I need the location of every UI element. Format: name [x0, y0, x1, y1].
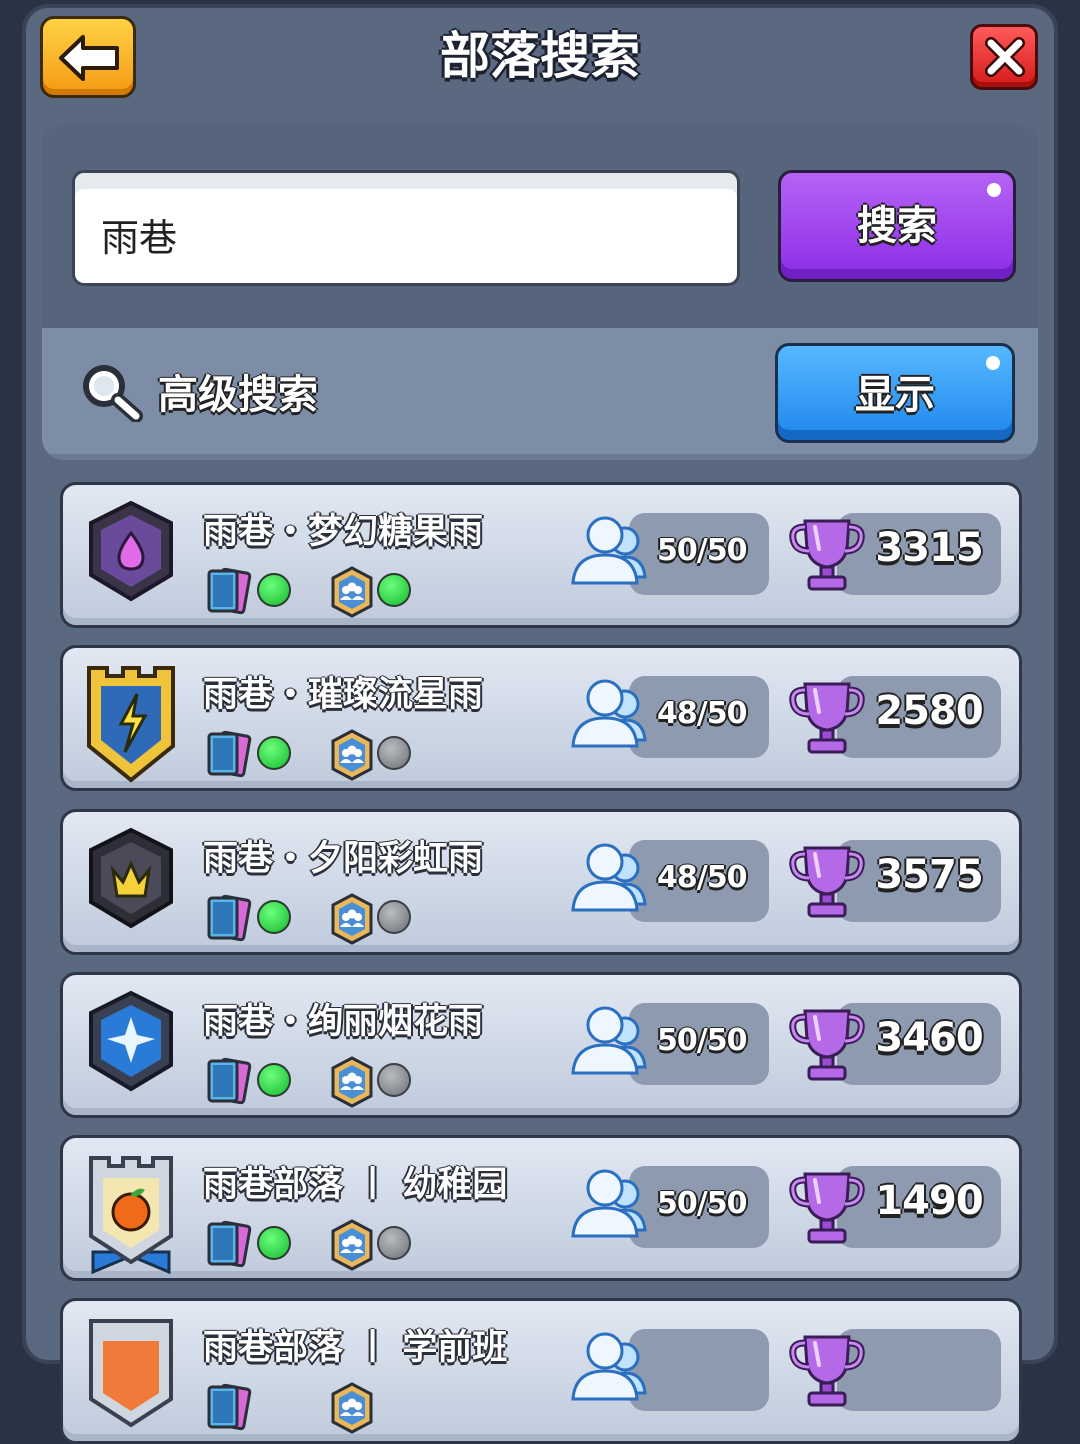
members-icon: [571, 679, 647, 748]
clan-name: 雨巷部落 丨 幼稚园: [203, 1165, 508, 1205]
war-status-dot: [377, 573, 411, 607]
clan-badge-icon: [83, 1152, 179, 1280]
cards-icon: [207, 894, 252, 942]
cards-icon: [207, 1220, 252, 1268]
search-input[interactable]: 雨巷: [72, 170, 740, 286]
war-status-dot: [377, 900, 411, 934]
clan-row-5[interactable]: 雨巷部落 丨 幼稚园 50/50 1490: [60, 1135, 1022, 1281]
members-icon: [571, 516, 647, 585]
clan-badge-icon: [83, 499, 179, 613]
cards-icon: [207, 730, 252, 778]
button-shine: [986, 356, 1000, 370]
members-icon: [571, 843, 647, 912]
show-button-label: 显示: [855, 372, 935, 418]
trophy-count: 2580: [875, 688, 983, 734]
trophy-icon: [789, 682, 865, 754]
clan-badge-icon: [83, 662, 179, 790]
clan-name: 雨巷・梦幻糖果雨: [203, 512, 484, 552]
cards-icon: [207, 1383, 252, 1431]
clan-war-icon: [331, 893, 373, 945]
donation-status-dot: [257, 1063, 291, 1097]
members-icon: [571, 1332, 647, 1401]
page-title: 部落搜索: [440, 27, 640, 85]
trophy-icon: [789, 1009, 865, 1081]
members-count: 50/50: [657, 1023, 747, 1058]
donation-status-dot: [257, 573, 291, 607]
trophy-icon: [789, 1335, 865, 1407]
clan-war-icon: [331, 729, 373, 781]
trophy-count: 1490: [875, 1178, 983, 1224]
close-icon: [985, 37, 1025, 77]
trophy-icon: [789, 519, 865, 591]
trophy-count: 3460: [875, 1015, 983, 1061]
clan-badge-icon: [83, 1315, 179, 1443]
clan-row-6[interactable]: 雨巷部落 丨 学前班: [60, 1298, 1022, 1444]
donation-status-dot: [257, 900, 291, 934]
trophy-icon: [789, 846, 865, 918]
members-icon: [571, 1006, 647, 1075]
clan-badge-icon: [83, 826, 179, 940]
advanced-search-label: 高级搜索: [158, 372, 318, 418]
clan-row-2[interactable]: 雨巷・璀璨流星雨 48/50 2580: [60, 645, 1022, 791]
members-count: 48/50: [657, 696, 747, 731]
show-advanced-button[interactable]: 显示: [775, 343, 1015, 443]
trophy-icon: [789, 1172, 865, 1244]
clan-row-1[interactable]: 雨巷・梦幻糖果雨 50/50 3315: [60, 482, 1022, 628]
donation-status-dot: [257, 1226, 291, 1260]
clan-war-icon: [331, 1382, 373, 1434]
clan-name: 雨巷部落 丨 学前班: [203, 1328, 508, 1368]
members-count: 48/50: [657, 860, 747, 895]
close-button[interactable]: [970, 24, 1038, 90]
members-count: 50/50: [657, 1186, 747, 1221]
trophy-count: 3575: [875, 852, 983, 898]
members-count: 50/50: [657, 533, 747, 568]
clan-name: 雨巷・夕阳彩虹雨: [203, 839, 484, 879]
search-button[interactable]: 搜索: [778, 170, 1016, 282]
clan-name: 雨巷・绚丽烟花雨: [203, 1002, 484, 1042]
clan-row-4[interactable]: 雨巷・绚丽烟花雨 50/50 3460: [60, 972, 1022, 1118]
trophy-count: 3315: [875, 525, 983, 571]
clan-name: 雨巷・璀璨流星雨: [203, 675, 484, 715]
members-icon: [571, 1169, 647, 1238]
war-status-dot: [377, 1063, 411, 1097]
button-shine: [987, 183, 1001, 197]
magnifier-icon: [83, 365, 143, 422]
war-status-dot: [377, 736, 411, 770]
clan-badge-icon: [83, 989, 179, 1103]
war-status-dot: [377, 1226, 411, 1260]
clan-row-3[interactable]: 雨巷・夕阳彩虹雨 48/50 3575: [60, 809, 1022, 955]
cards-icon: [207, 1057, 252, 1105]
cards-icon: [207, 567, 252, 615]
clan-war-icon: [331, 566, 373, 618]
search-button-label: 搜索: [857, 203, 937, 249]
clan-war-icon: [331, 1056, 373, 1108]
clan-war-icon: [331, 1219, 373, 1271]
donation-status-dot: [257, 736, 291, 770]
